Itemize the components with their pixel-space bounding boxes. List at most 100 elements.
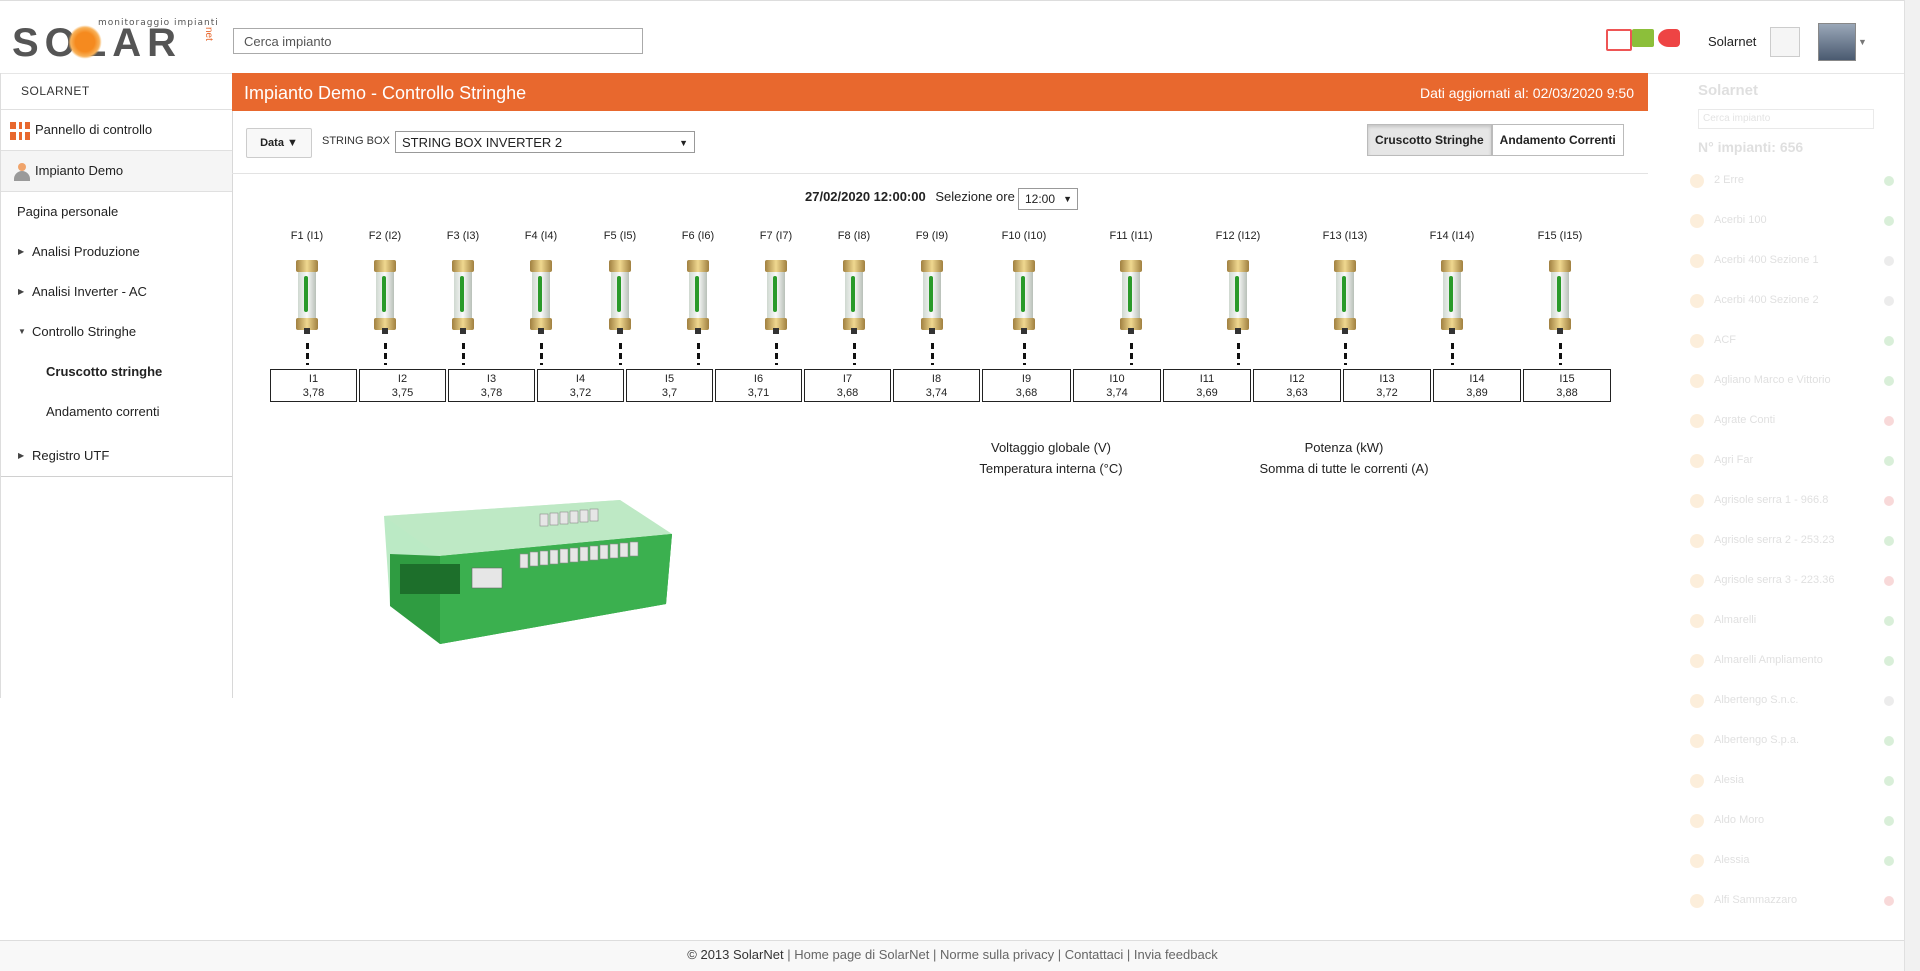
voltage-stat: Voltaggio globale (V) Temperatura intern… — [951, 440, 1151, 476]
sidebar-item-current-trend[interactable]: Andamento correnti — [1, 392, 232, 432]
fuse-label: F6 (I6) — [681, 230, 715, 242]
avatar[interactable] — [1818, 23, 1856, 61]
chart-icon[interactable] — [1632, 29, 1654, 47]
footer: © 2013 SolarNet | Home page di SolarNet … — [0, 940, 1905, 971]
plants-search-input[interactable]: Cerca impianto — [1698, 109, 1874, 129]
hour-select[interactable]: 12:00 ▼ — [1018, 188, 1078, 210]
current-cell: I7 3,68 — [804, 369, 891, 402]
chevron-down-icon[interactable]: ▼ — [1858, 37, 1867, 47]
fuse-connector — [697, 343, 700, 365]
string-box-image — [384, 500, 672, 644]
plant-list-item[interactable]: Agrisole serra 1 - 966.8 — [1690, 485, 1900, 525]
engine-icon[interactable] — [1658, 29, 1680, 47]
plant-list-item[interactable]: Agliano Marco e Vittorio — [1690, 365, 1900, 405]
plant-icon — [1690, 614, 1704, 628]
plant-icon — [1690, 494, 1704, 508]
fuse-icon — [1120, 260, 1142, 334]
link-privacy[interactable]: Norme sulla privacy — [940, 947, 1054, 962]
fuse-icon — [921, 260, 943, 334]
plant-list-item[interactable]: Alessia — [1690, 845, 1900, 885]
plant-list-item[interactable]: Albertengo S.n.c. — [1690, 685, 1900, 725]
date-line: 27/02/2020 12:00:00 Selezione ore — [805, 189, 1015, 204]
sidebar-item-inverter-analysis[interactable]: ▶ Analisi Inverter - AC — [1, 272, 232, 312]
page-scrollbar[interactable] — [1904, 0, 1920, 971]
current-cell: I14 3,89 — [1433, 369, 1521, 402]
current-value: 3,68 — [1015, 387, 1038, 399]
plant-list-item[interactable]: Albertengo S.p.a. — [1690, 725, 1900, 765]
logo-suffix: net — [203, 27, 214, 41]
plant-list-item[interactable]: Almarelli — [1690, 605, 1900, 645]
current-cell: I15 3,88 — [1523, 369, 1611, 402]
solar-panel-icon[interactable] — [1606, 29, 1632, 51]
current-cell: I8 3,74 — [893, 369, 980, 402]
status-dot-icon — [1884, 536, 1894, 546]
plant-name: Almarelli Ampliamento — [1714, 654, 1823, 666]
tab-string-dashboard[interactable]: Cruscotto Stringhe — [1367, 124, 1492, 156]
link-feedback[interactable]: Invia feedback — [1134, 947, 1218, 962]
plants-list: 2 Erre Acerbi 100 Acerbi 400 Sezione 1 Acer… — [1690, 165, 1900, 925]
hour-value: 12:00 — [1025, 192, 1056, 206]
current-cell: I10 3,74 — [1073, 369, 1161, 402]
plant-name: Aldo Moro — [1714, 814, 1765, 826]
fuse-icon — [1013, 260, 1035, 334]
plant-icon — [1690, 214, 1704, 228]
fuse-connector — [853, 343, 856, 365]
plant-list-item[interactable]: Alesia — [1690, 765, 1900, 805]
current-label: I14 — [1469, 373, 1485, 385]
fuse-label: F7 (I7) — [759, 230, 793, 242]
sidebar-item-utf-register[interactable]: ▶ Registro UTF — [1, 436, 232, 477]
search-input[interactable] — [233, 28, 643, 54]
plant-name: Alessia — [1714, 854, 1750, 866]
current-label: I7 — [842, 373, 853, 385]
current-label: I12 — [1289, 373, 1305, 385]
tab-current-trend[interactable]: Andamento Correnti — [1491, 124, 1624, 156]
plant-list-item[interactable]: Agri Far — [1690, 445, 1900, 485]
plant-icon — [1690, 734, 1704, 748]
current-cell: I9 3,68 — [982, 369, 1071, 402]
caret-right-icon: ▶ — [18, 247, 25, 256]
plant-list-item[interactable]: Agrisole serra 3 - 223.36 — [1690, 565, 1900, 605]
link-contact[interactable]: Contattaci — [1065, 947, 1124, 962]
caret-right-icon: ▶ — [18, 451, 25, 460]
plant-list-item[interactable]: Aldo Moro — [1690, 805, 1900, 845]
username[interactable]: Solarnet — [1708, 34, 1756, 49]
current-label: I9 — [1021, 373, 1032, 385]
sidebar-item-string-dashboard[interactable]: Cruscotto stringhe — [1, 352, 232, 392]
sidebar-item-production-analysis[interactable]: ▶ Analisi Produzione — [1, 232, 232, 272]
fuse-label: F2 (I2) — [368, 230, 402, 242]
sidebar-item-string-control[interactable]: ▼ Controllo Stringhe — [1, 312, 232, 352]
current-cell: I5 3,7 — [626, 369, 713, 402]
sidebar-item-personal-page[interactable]: Pagina personale — [1, 192, 232, 232]
current-cell: I6 3,71 — [715, 369, 802, 402]
power-stat: Potenza (kW) Somma di tutte le correnti … — [1244, 440, 1444, 476]
data-button[interactable]: Data ▼ — [246, 128, 312, 158]
notification-box[interactable] — [1770, 27, 1800, 57]
plant-list-item[interactable]: Acerbi 400 Sezione 1 — [1690, 245, 1900, 285]
current-value: 3,72 — [569, 387, 592, 399]
plant-list-item[interactable]: Acerbi 400 Sezione 2 — [1690, 285, 1900, 325]
string-box-select[interactable]: STRING BOX INVERTER 2 ▼ — [395, 131, 695, 153]
sidebar-item-control-panel[interactable]: Pannello di controllo — [1, 110, 232, 151]
plant-list-item[interactable]: Almarelli Ampliamento — [1690, 645, 1900, 685]
fuse-label: F10 (I10) — [1001, 230, 1047, 242]
view-tabs: Cruscotto Stringhe Andamento Correnti — [1367, 124, 1624, 156]
plant-list-item[interactable]: Alfi Sammazzaro — [1690, 885, 1900, 925]
status-dot-icon — [1884, 576, 1894, 586]
plant-list-item[interactable]: 2 Erre — [1690, 165, 1900, 205]
current-label: I4 — [575, 373, 586, 385]
link-home[interactable]: Home page di SolarNet — [794, 947, 929, 962]
sidebar-item-label: Controllo Stringhe — [32, 324, 137, 339]
sidebar-item-plant[interactable]: Impianto Demo — [1, 151, 232, 192]
plant-list-item[interactable]: Agrate Conti — [1690, 405, 1900, 445]
plant-list-item[interactable]: ACF — [1690, 325, 1900, 365]
plant-list-item[interactable]: Agrisole serra 2 - 253.23 — [1690, 525, 1900, 565]
fuse-connector — [462, 343, 465, 365]
sidebar-item-label: Pannello di controllo — [35, 122, 153, 137]
current-value: 3,7 — [661, 387, 678, 399]
plant-icon — [1690, 334, 1704, 348]
plant-icon — [1690, 454, 1704, 468]
solarnet-logo[interactable]: monitoraggio impianti SOLAR net — [12, 18, 222, 63]
current-label: I2 — [397, 373, 408, 385]
last-update: Dati aggiornati al: 02/03/2020 9:50 — [1419, 85, 1634, 101]
plant-list-item[interactable]: Acerbi 100 — [1690, 205, 1900, 245]
